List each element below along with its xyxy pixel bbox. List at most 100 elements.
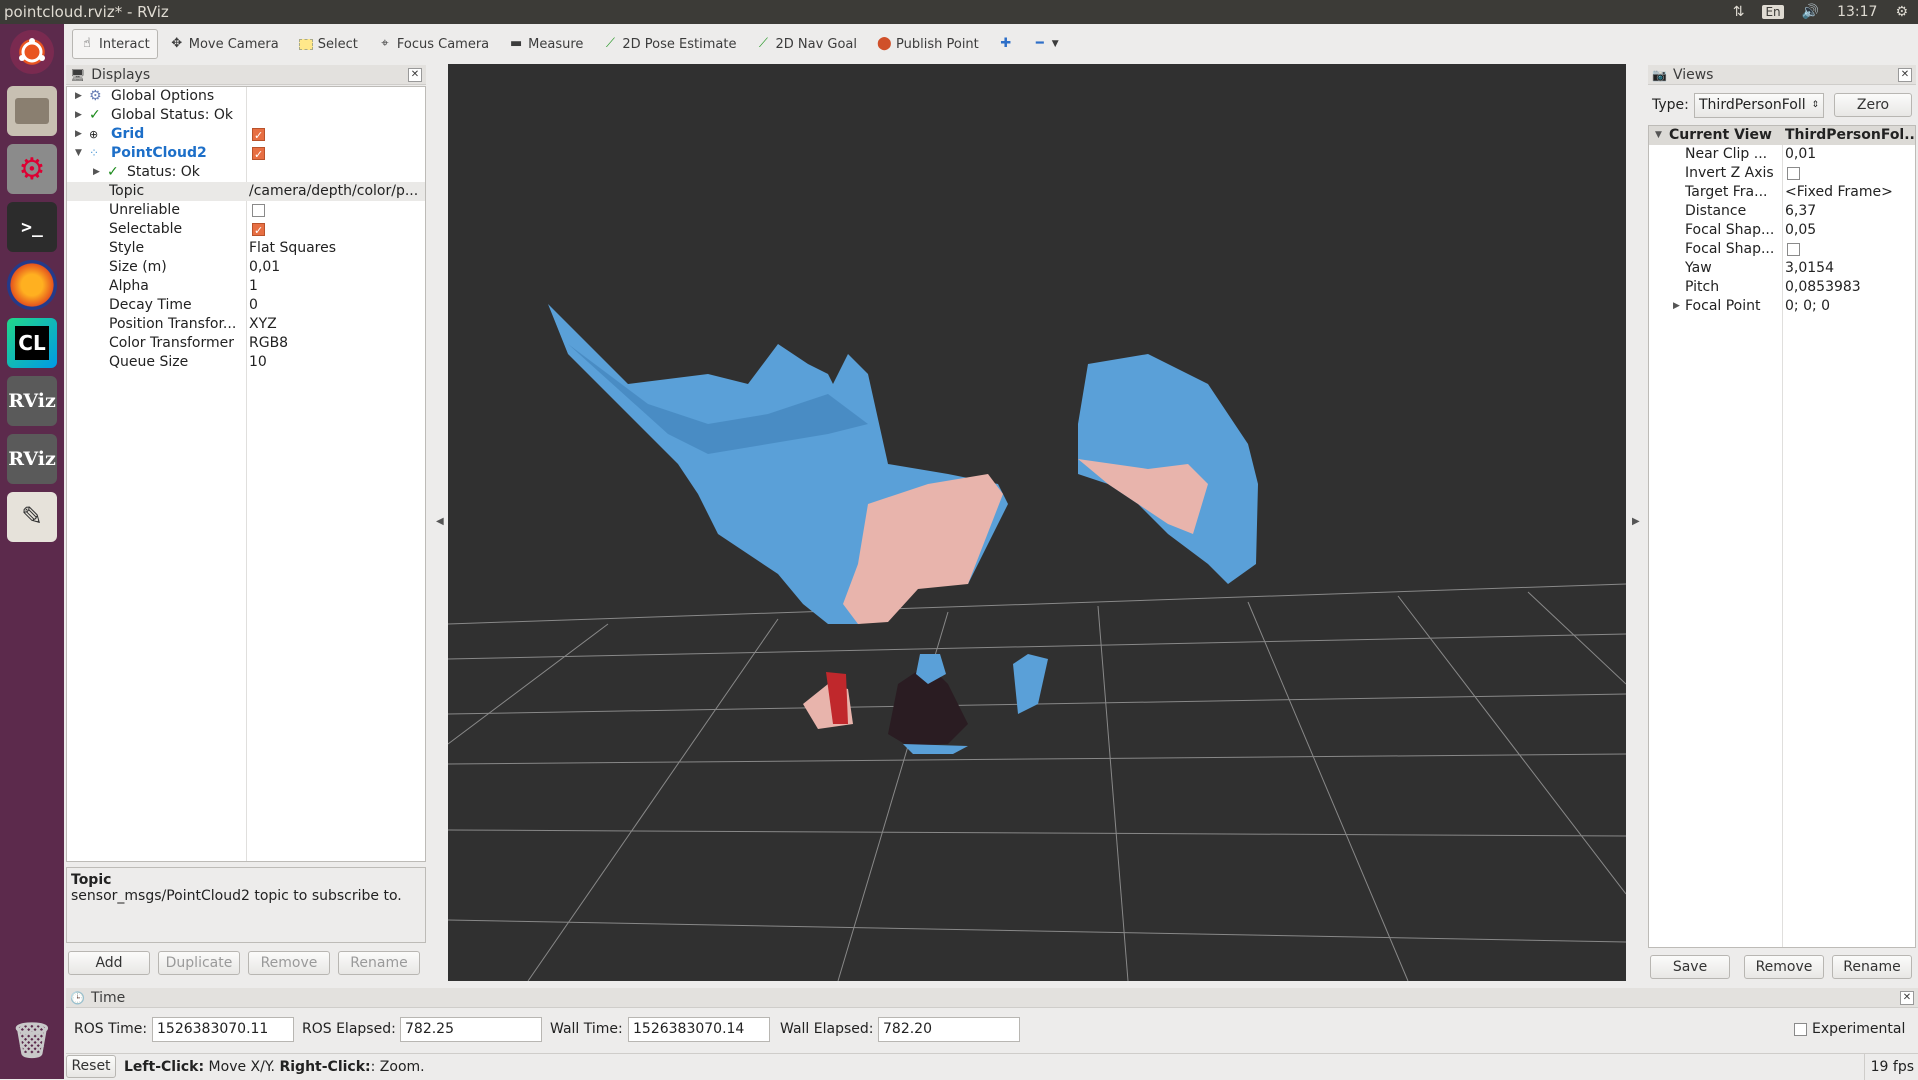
focus-camera-tool[interactable]: ⌖ Focus Camera <box>370 29 497 59</box>
volume-icon[interactable]: 🔊 <box>1802 4 1819 20</box>
view-property-value[interactable]: 0; 0; 0 <box>1785 297 1915 316</box>
select-tool[interactable]: Select <box>291 29 366 59</box>
add-button[interactable]: Add <box>68 951 150 975</box>
measure-tool[interactable]: ▬ Measure <box>501 29 591 59</box>
collapse-arrow-icon[interactable]: ▼ <box>1655 126 1662 145</box>
property-value[interactable]: 10 <box>249 353 425 372</box>
close-icon[interactable]: ✕ <box>1898 67 1912 82</box>
save-button[interactable]: Save <box>1650 955 1730 979</box>
publish-point-tool[interactable]: ⬤ Publish Point <box>869 29 987 59</box>
rename-button[interactable]: Rename <box>338 951 420 975</box>
property-row[interactable]: Style Flat Squares <box>67 239 425 258</box>
view-property-row[interactable]: Invert Z Axis <box>1649 164 1915 183</box>
property-row[interactable]: Queue Size 10 <box>67 353 425 372</box>
move-icon: ✥ <box>171 36 183 51</box>
property-value[interactable]: 1 <box>249 277 425 296</box>
tree-row-global-options[interactable]: ▶ ⚙ Global Options <box>67 87 425 106</box>
rename-view-button[interactable]: Rename <box>1832 955 1912 979</box>
view-property-value[interactable]: 0,05 <box>1785 221 1915 240</box>
view-property-row[interactable]: Distance 6,37 <box>1649 202 1915 221</box>
3d-viewport[interactable] <box>448 64 1626 981</box>
remove-view-button[interactable]: Remove <box>1744 955 1824 979</box>
trash-icon[interactable]: 🗑 <box>7 1016 57 1066</box>
clion-icon[interactable]: CL <box>7 318 57 368</box>
ros-elapsed-field[interactable]: 782.25 <box>400 1017 542 1042</box>
unreliable-checkbox[interactable] <box>252 204 265 217</box>
view-property-row[interactable]: Focal Shap... <box>1649 240 1915 259</box>
remove-button[interactable]: Remove <box>248 951 330 975</box>
expand-arrow-icon[interactable]: ▶ <box>1673 297 1680 316</box>
network-icon[interactable]: ⇅ <box>1733 4 1745 20</box>
tree-row-status[interactable]: ▶ ✓ Status: Ok <box>67 163 425 182</box>
tree-row-grid[interactable]: ▶ ⊕ Grid <box>67 125 425 145</box>
view-property-row[interactable]: ▶ Focal Point 0; 0; 0 <box>1649 297 1915 316</box>
pointcloud-enable-checkbox[interactable] <box>252 145 265 164</box>
collapse-arrow-icon[interactable]: ▼ <box>75 144 82 163</box>
remove-tool-button[interactable]: ━ ▼ <box>1025 29 1067 59</box>
property-row[interactable]: Size (m) 0,01 <box>67 258 425 277</box>
keyboard-layout[interactable]: En <box>1762 5 1784 19</box>
pose-estimate-tool[interactable]: ⟋ 2D Pose Estimate <box>595 29 744 59</box>
view-property-row[interactable]: Target Fra... <Fixed Frame> <box>1649 183 1915 202</box>
tree-row-pointcloud2[interactable]: ▼ ⁘ PointCloud2 <box>67 144 425 164</box>
property-value[interactable]: 0,01 <box>249 258 425 277</box>
nav-goal-tool[interactable]: ⟋ 2D Nav Goal <box>748 29 865 59</box>
expand-arrow-icon[interactable]: ▶ <box>75 87 82 106</box>
collapse-left-icon[interactable]: ◀ <box>436 516 444 527</box>
tree-row-current-view[interactable]: ▼ Current View ThirdPersonFol... <box>1649 126 1915 145</box>
expand-arrow-icon[interactable]: ▶ <box>93 163 100 182</box>
add-tool-button[interactable]: ✚ <box>991 29 1021 59</box>
property-value[interactable]: 0 <box>249 296 425 315</box>
property-row[interactable]: Position Transfor... XYZ <box>67 315 425 334</box>
wall-elapsed-field[interactable]: 782.20 <box>878 1017 1020 1042</box>
view-property-value[interactable]: 6,37 <box>1785 202 1915 221</box>
view-property-row[interactable]: Yaw 3,0154 <box>1649 259 1915 278</box>
reset-button[interactable]: Reset <box>66 1055 116 1078</box>
close-icon[interactable]: ✕ <box>1900 990 1914 1005</box>
ros-time-field[interactable]: 1526383070.11 <box>152 1017 294 1042</box>
view-type-select[interactable]: ThirdPersonFoll ⇕ <box>1694 93 1824 118</box>
wall-time-field[interactable]: 1526383070.14 <box>628 1017 770 1042</box>
rviz-icon[interactable]: RViz <box>7 434 57 484</box>
property-row[interactable]: Alpha 1 <box>67 277 425 296</box>
files-icon[interactable] <box>7 86 57 136</box>
property-value[interactable]: RGB8 <box>249 334 425 353</box>
firefox-icon[interactable] <box>7 260 57 310</box>
view-property-value[interactable]: 0,01 <box>1785 145 1915 164</box>
property-row[interactable]: Color Transformer RGB8 <box>67 334 425 353</box>
gear-icon[interactable]: ⚙ <box>1895 4 1908 20</box>
view-property-row[interactable]: Near Clip ... 0,01 <box>1649 145 1915 164</box>
tree-row-global-status[interactable]: ▶ ✓ Global Status: Ok <box>67 106 425 125</box>
settings-icon[interactable]: ⚙ <box>7 144 57 194</box>
close-icon[interactable]: ✕ <box>408 67 422 82</box>
collapse-right-icon[interactable]: ▶ <box>1632 516 1640 527</box>
selectable-checkbox[interactable] <box>252 221 265 240</box>
property-row[interactable]: Decay Time 0 <box>67 296 425 315</box>
zero-button[interactable]: Zero <box>1834 93 1912 117</box>
move-camera-tool[interactable]: ✥ Move Camera <box>162 29 287 59</box>
clock[interactable]: 13:17 <box>1837 4 1877 20</box>
duplicate-button[interactable]: Duplicate <box>158 951 240 975</box>
view-property-value[interactable]: 0,0853983 <box>1785 278 1915 297</box>
interact-tool[interactable]: ☝ Interact <box>72 29 158 59</box>
text-editor-icon[interactable]: ✎ <box>7 492 57 542</box>
property-row[interactable]: Unreliable <box>67 201 425 220</box>
experimental-checkbox[interactable] <box>1794 1023 1807 1036</box>
property-value[interactable]: XYZ <box>249 315 425 334</box>
ubuntu-icon[interactable] <box>10 30 54 74</box>
expand-arrow-icon[interactable]: ▶ <box>75 106 82 125</box>
property-row[interactable]: Selectable <box>67 220 425 240</box>
property-row[interactable]: Topic/camera/depth/color/p... <box>67 182 425 201</box>
view-property-value[interactable]: 3,0154 <box>1785 259 1915 278</box>
property-value[interactable]: /camera/depth/color/p... <box>249 182 425 201</box>
grid-enable-checkbox[interactable] <box>252 126 265 145</box>
expand-arrow-icon[interactable]: ▶ <box>75 125 82 144</box>
view-property-checkbox[interactable] <box>1787 167 1800 180</box>
view-property-row[interactable]: Focal Shap... 0,05 <box>1649 221 1915 240</box>
view-property-checkbox[interactable] <box>1787 243 1800 256</box>
view-property-value[interactable]: <Fixed Frame> <box>1785 183 1915 202</box>
terminal-icon[interactable]: >_ <box>7 202 57 252</box>
rviz-icon[interactable]: RViz <box>7 376 57 426</box>
property-value[interactable]: Flat Squares <box>249 239 425 258</box>
view-property-row[interactable]: Pitch 0,0853983 <box>1649 278 1915 297</box>
